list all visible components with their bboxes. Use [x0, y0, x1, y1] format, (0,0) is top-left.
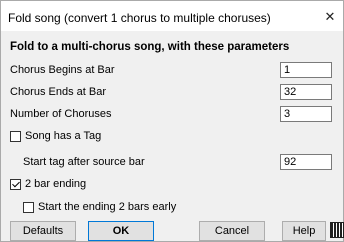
ok-button[interactable]: OK — [88, 221, 154, 241]
close-icon[interactable]: ✕ — [323, 9, 337, 25]
start-tag-input[interactable] — [280, 154, 332, 170]
dialog-heading: Fold to a multi-chorus song, with these … — [10, 41, 290, 53]
two-bar-ending-label: 2 bar ending — [25, 178, 87, 190]
chorus-ends-label: Chorus Ends at Bar — [10, 86, 106, 98]
grid-icon[interactable] — [330, 222, 344, 238]
num-choruses-label: Number of Choruses — [10, 108, 112, 120]
song-has-tag-checkbox[interactable] — [10, 131, 21, 142]
chorus-begins-input[interactable] — [280, 62, 332, 78]
defaults-button[interactable]: Defaults — [10, 221, 76, 241]
fold-song-dialog: Fold song (convert 1 chorus to multiple … — [0, 0, 344, 242]
start-ending-early-checkbox[interactable] — [23, 202, 34, 213]
chorus-begins-label: Chorus Begins at Bar — [10, 64, 115, 76]
song-has-tag-label: Song has a Tag — [25, 130, 102, 142]
start-ending-early-label: Start the ending 2 bars early — [38, 201, 177, 213]
start-tag-label: Start tag after source bar — [23, 156, 145, 168]
title-bar: Fold song (convert 1 chorus to multiple … — [1, 1, 343, 31]
chorus-ends-input[interactable] — [280, 84, 332, 100]
two-bar-ending-checkbox[interactable] — [10, 179, 21, 190]
num-choruses-input[interactable] — [280, 106, 332, 122]
window-title: Fold song (convert 1 chorus to multiple … — [8, 11, 271, 25]
cancel-button[interactable]: Cancel — [199, 221, 265, 241]
help-button[interactable]: Help — [282, 221, 326, 241]
